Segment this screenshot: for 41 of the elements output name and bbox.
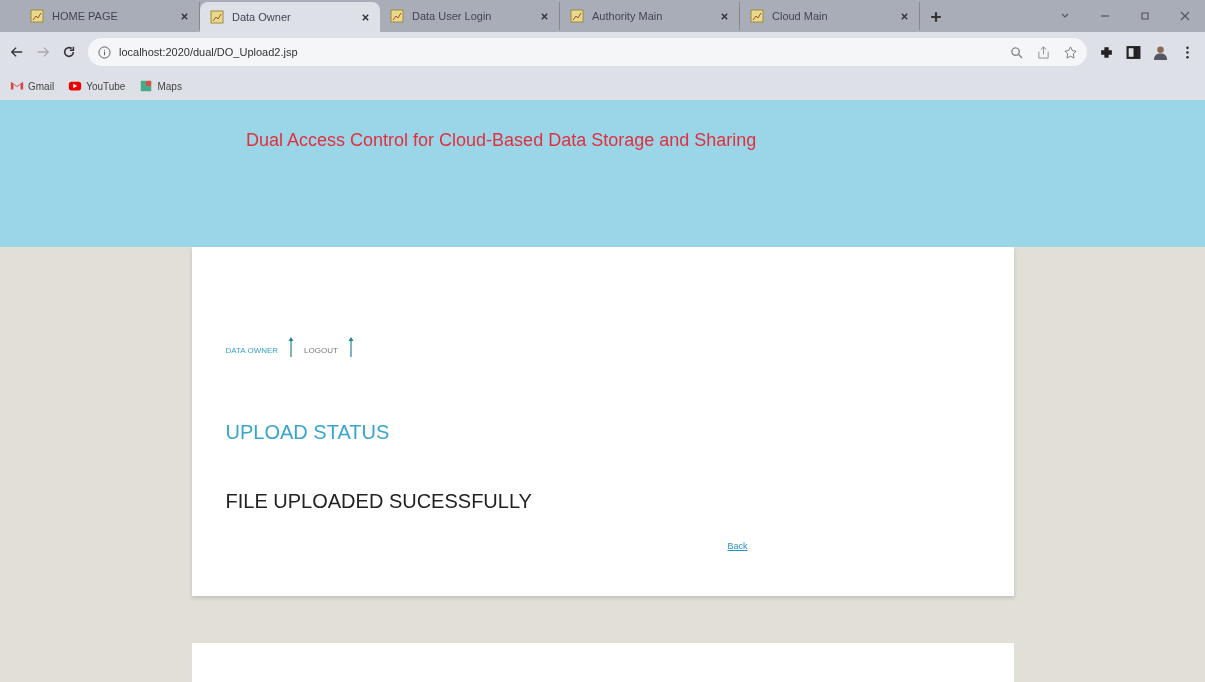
back-link[interactable]: Back xyxy=(727,541,748,551)
sidebar-icon[interactable] xyxy=(1126,44,1141,60)
status-message: FILE UPLOADED SUCESSFULLY xyxy=(225,490,533,513)
mail-icon xyxy=(10,79,24,93)
pin-icon xyxy=(347,337,354,357)
nav-link[interactable]: DATA OWNER xyxy=(225,346,279,355)
play-icon xyxy=(68,79,83,93)
page-icon xyxy=(390,9,404,23)
bookmark[interactable]: YouTube xyxy=(68,79,126,93)
browser-tab[interactable]: Data Owner xyxy=(200,2,380,32)
page-icon xyxy=(570,9,584,23)
close-icon[interactable] xyxy=(720,11,729,21)
nav-link[interactable]: LOGOUT xyxy=(304,346,338,355)
pin-icon xyxy=(288,337,295,357)
close-icon[interactable] xyxy=(900,11,909,21)
browser-tab[interactable]: Authority Main xyxy=(560,2,740,30)
back-icon[interactable] xyxy=(10,45,24,59)
avatar-icon[interactable] xyxy=(1153,44,1168,60)
bookmark[interactable]: Maps xyxy=(139,79,182,93)
address-field[interactable]: localhost:2020/dual/DO_Upload2.jsp xyxy=(88,38,1087,66)
browser-tab[interactable]: Data User Login xyxy=(380,2,560,30)
zoom-icon[interactable] xyxy=(1010,45,1023,59)
close-icon[interactable] xyxy=(180,11,189,21)
map-icon xyxy=(139,79,154,93)
star-icon[interactable] xyxy=(1064,45,1077,59)
restore-icon[interactable] xyxy=(1139,10,1151,22)
bookmark[interactable]: Gmail xyxy=(10,79,55,93)
reload-icon[interactable] xyxy=(62,45,76,59)
page-icon xyxy=(30,9,44,23)
browser-tab[interactable]: Cloud Main xyxy=(740,2,920,30)
share-icon[interactable] xyxy=(1037,45,1050,59)
section-heading: UPLOAD STATUS xyxy=(225,421,391,444)
browser-tab[interactable]: HOME PAGE xyxy=(20,2,200,30)
puzzle-icon[interactable] xyxy=(1099,44,1114,60)
new-tab-icon[interactable] xyxy=(930,11,942,23)
info-icon[interactable] xyxy=(98,45,111,59)
close-icon[interactable] xyxy=(540,11,549,21)
page-icon xyxy=(210,10,224,24)
close-icon[interactable] xyxy=(361,12,370,22)
site-title: Dual Access Control for Cloud-Based Data Storage and Sharing xyxy=(246,130,757,150)
page-icon xyxy=(750,9,764,23)
